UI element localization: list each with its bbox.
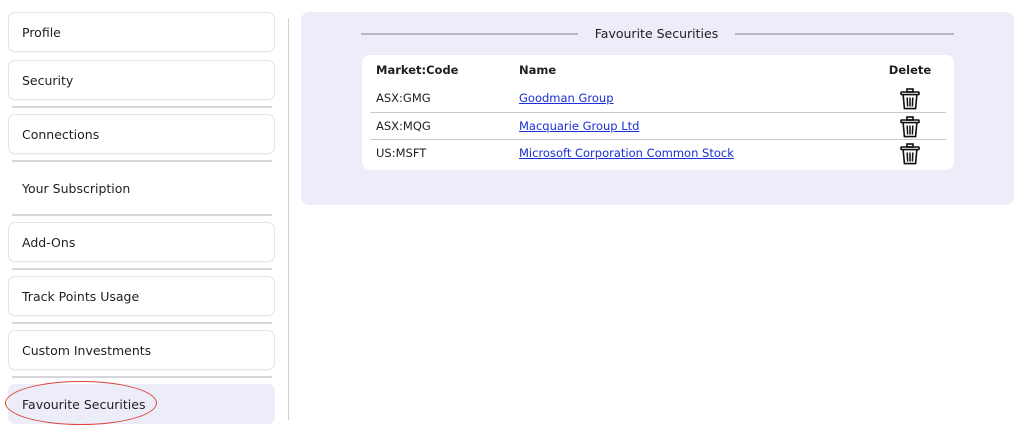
security-name-link[interactable]: Goodman Group xyxy=(519,85,614,112)
sidebar-item-label: Custom Investments xyxy=(22,342,152,358)
security-name-link[interactable]: Macquarie Group Ltd xyxy=(519,113,639,140)
column-header-name: Name xyxy=(519,63,557,77)
security-name-link[interactable]: Microsoft Corporation Common Stock xyxy=(519,140,734,167)
sidebar-item-your-subscription[interactable]: Your Subscription xyxy=(8,168,275,208)
sidebar-item-label: Track Points Usage xyxy=(22,288,140,304)
column-header-delete: Delete xyxy=(888,63,932,77)
sidebar-item-label: Profile xyxy=(22,24,61,40)
trash-icon[interactable] xyxy=(900,116,920,138)
sidebar-divider xyxy=(12,322,272,324)
sidebar-item-label: Favourite Securities xyxy=(22,396,146,412)
market-code-cell: US:MSFT xyxy=(376,146,427,160)
securities-card: Market:Code Name Delete ASX:GMG Goodman … xyxy=(362,55,954,170)
securities-table: Market:Code Name Delete ASX:GMG Goodman … xyxy=(370,61,946,166)
market-code-cell: ASX:MQG xyxy=(376,119,431,133)
sidebar-item-label: Security xyxy=(22,72,74,88)
settings-page: Profile Security Connections Your Subscr… xyxy=(0,0,1024,435)
title-rule-right xyxy=(735,33,954,35)
sidebar-item-add-ons[interactable]: Add-Ons xyxy=(8,222,275,262)
table-header-row: Market:Code Name Delete xyxy=(370,61,946,85)
panel-title-row: Favourite Securities xyxy=(361,26,954,42)
panel-title: Favourite Securities xyxy=(594,26,719,41)
sidebar-item-custom-investments[interactable]: Custom Investments xyxy=(8,330,275,370)
column-header-code: Market:Code xyxy=(376,63,459,77)
title-rule-left xyxy=(361,33,578,35)
sidebar-item-label: Connections xyxy=(22,126,100,142)
sidebar-item-label: Your Subscription xyxy=(22,180,131,196)
trash-icon[interactable] xyxy=(900,88,920,110)
sidebar-divider xyxy=(12,268,272,270)
sidebar-divider xyxy=(12,106,272,108)
sidebar-divider xyxy=(12,376,272,378)
sidebar-item-track-points-usage[interactable]: Track Points Usage xyxy=(8,276,275,316)
settings-sidebar: Profile Security Connections Your Subscr… xyxy=(5,12,276,430)
sidebar-item-profile[interactable]: Profile xyxy=(8,12,275,52)
table-row: ASX:MQG Macquarie Group Ltd xyxy=(370,112,946,139)
trash-icon[interactable] xyxy=(900,143,920,165)
sidebar-item-security[interactable]: Security xyxy=(8,60,275,100)
table-row: ASX:GMG Goodman Group xyxy=(370,85,946,112)
sidebar-divider xyxy=(12,214,272,216)
table-row: US:MSFT Microsoft Corporation Common Sto… xyxy=(370,139,946,166)
sidebar-divider xyxy=(12,160,272,162)
market-code-cell: ASX:GMG xyxy=(376,91,431,105)
favourite-securities-panel: Favourite Securities Market:Code Name De… xyxy=(301,12,1014,205)
sidebar-item-connections[interactable]: Connections xyxy=(8,114,275,154)
sidebar-item-label: Add-Ons xyxy=(22,234,76,250)
vertical-divider xyxy=(288,18,289,420)
sidebar-item-favourite-securities[interactable]: Favourite Securities xyxy=(5,381,275,425)
